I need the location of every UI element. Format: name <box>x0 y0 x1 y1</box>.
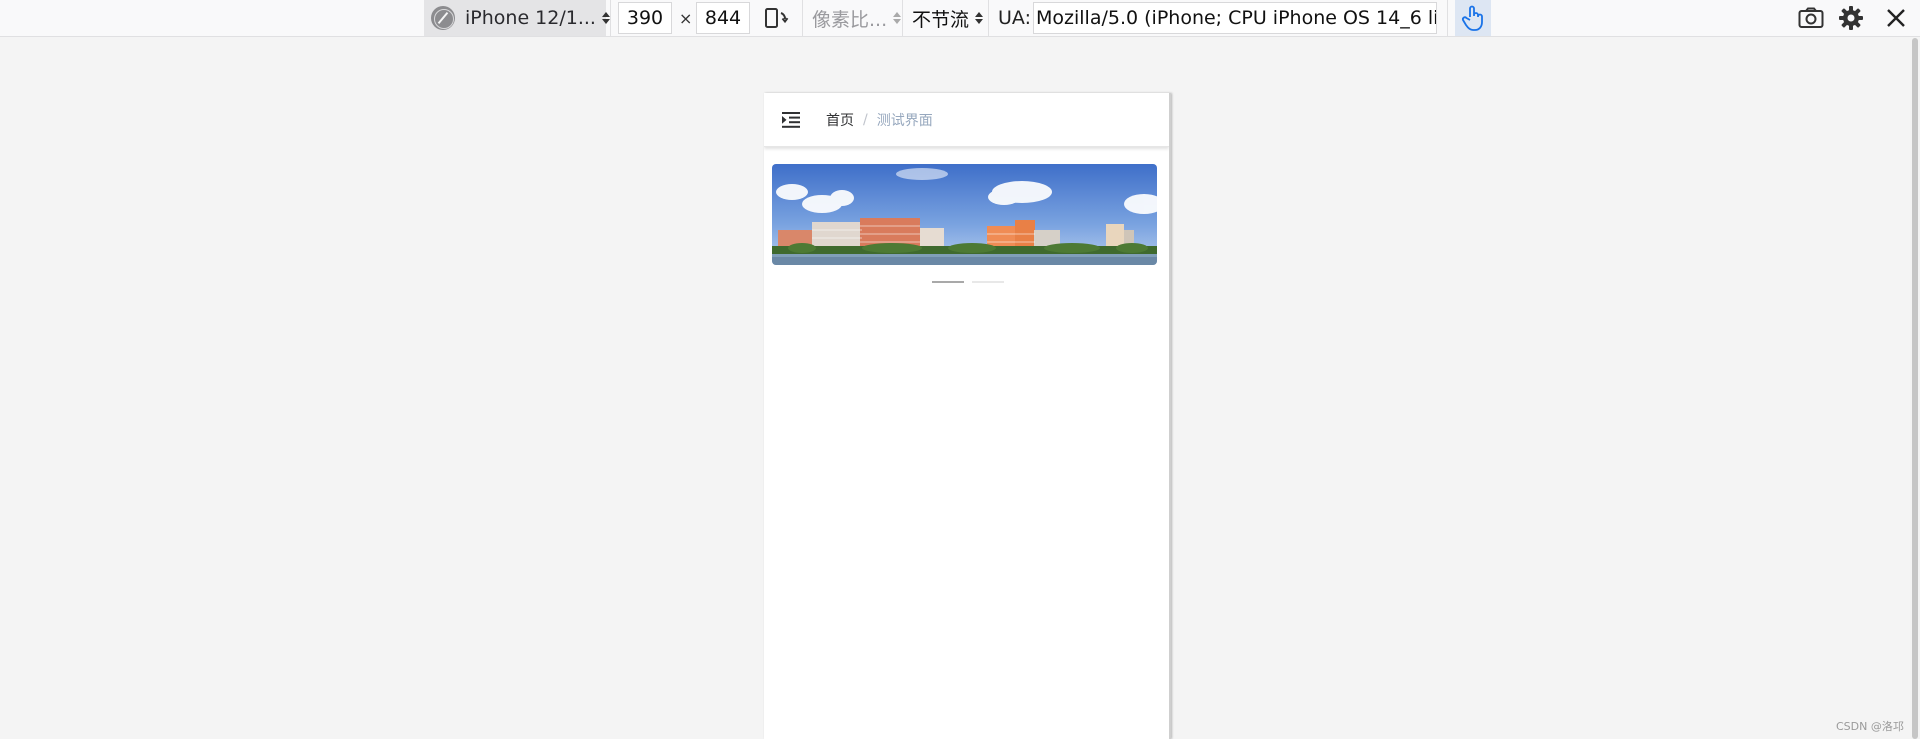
touch-icon <box>1462 5 1483 31</box>
screenshot-icon[interactable] <box>1798 0 1824 36</box>
campus-photo <box>772 164 1157 265</box>
carousel-indicator[interactable] <box>971 281 1004 283</box>
breadcrumb-home[interactable]: 首页 <box>826 110 854 130</box>
user-agent-input[interactable]: Mozilla/5.0 (iPhone; CPU iPhone OS 14_6 … <box>1033 2 1437 34</box>
ua-label: UA: <box>998 7 1031 29</box>
device-label: iPhone 12/1... <box>465 7 596 29</box>
page-scrollbar[interactable] <box>1912 38 1918 739</box>
times-symbol: × <box>679 8 693 28</box>
divider <box>610 0 611 36</box>
divider <box>802 0 803 36</box>
app-header: 首页 / 测试界面 <box>764 93 1169 147</box>
touch-simulation-button[interactable] <box>1455 0 1491 36</box>
pixel-ratio-selector[interactable]: 像素比... <box>812 0 902 36</box>
divider <box>1447 0 1448 36</box>
throttle-label: 不节流 <box>912 8 970 31</box>
breadcrumb-separator: / <box>863 111 868 128</box>
throttle-selector[interactable]: 不节流 <box>912 0 984 36</box>
divider <box>988 0 989 36</box>
device-viewport: 首页 / 测试界面 <box>764 93 1171 739</box>
updown-arrows-icon <box>893 11 902 25</box>
breadcrumb-current: 测试界面 <box>876 112 933 129</box>
compass-icon <box>431 6 455 30</box>
divider <box>902 0 903 36</box>
indent-menu-icon[interactable] <box>782 111 802 128</box>
carousel-indicators <box>764 281 1169 283</box>
rotate-icon[interactable] <box>764 0 790 36</box>
watermark: CSDN @洛邛 <box>1836 720 1904 733</box>
updown-arrows-icon <box>975 11 984 25</box>
device-selector[interactable]: iPhone 12/1... <box>424 0 611 36</box>
carousel-slide[interactable] <box>772 164 1157 265</box>
gear-icon[interactable] <box>1838 0 1866 36</box>
carousel-indicator[interactable] <box>931 281 964 283</box>
width-input[interactable]: 390 <box>618 2 672 34</box>
height-input[interactable]: 844 <box>696 2 750 34</box>
responsive-toolbar: iPhone 12/1... 390 × 844 像素比... 不节流 UA: … <box>0 0 1920 37</box>
close-icon[interactable] <box>1885 0 1909 36</box>
updown-arrows-icon <box>601 11 611 25</box>
pixel-ratio-label: 像素比... <box>812 8 888 31</box>
